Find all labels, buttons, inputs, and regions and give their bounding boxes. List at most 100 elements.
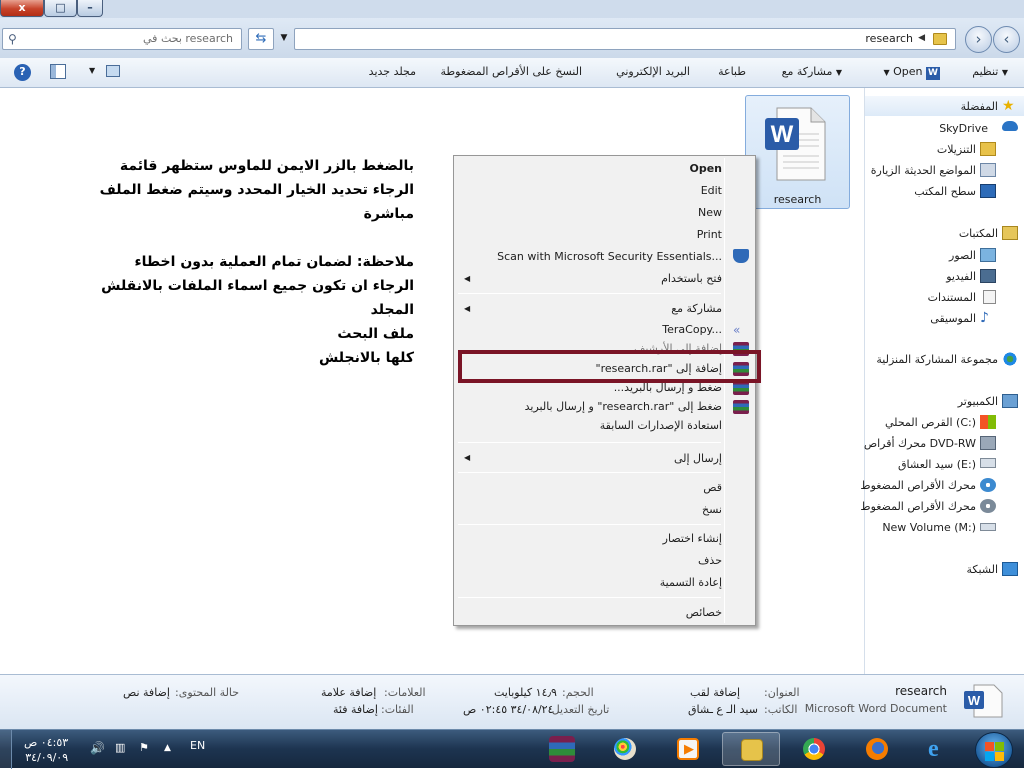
email-button[interactable]: البريد الإلكتروني [616, 65, 690, 78]
details-filename: research [895, 684, 947, 698]
language-indicator[interactable]: EN [190, 739, 205, 752]
action-center-flag-icon[interactable]: ⚑ [139, 741, 149, 754]
address-bar[interactable]: research ◀ [294, 28, 956, 50]
nav-local-disk[interactable]: القرص المحلي (C:) [885, 416, 976, 429]
network-icon [1002, 562, 1018, 576]
instruction-text: بالضغط بالزر الايمن للماوس ستظهر قائمة ا… [99, 158, 414, 366]
nav-cd-drive-1[interactable]: محرك الأقراص المضغوط [860, 479, 976, 492]
menu-item-scan[interactable]: Scan with Microsoft Security Essentials.… [497, 250, 722, 263]
help-icon[interactable]: ? [14, 64, 31, 81]
nav-new-volume[interactable]: New Volume (M:) [882, 521, 976, 534]
nav-downloads[interactable]: التنزيلات [937, 143, 976, 156]
menu-item-compress-rar-email[interactable]: ضغط إلى "research.rar" و إرسال بالبريد [525, 400, 722, 413]
menu-item-properties[interactable]: خصائص [686, 606, 722, 619]
menu-item-cut[interactable]: قص [703, 481, 722, 494]
show-desktop-button[interactable] [0, 730, 12, 769]
menu-item-edit[interactable]: Edit [701, 184, 722, 197]
menu-item-copy[interactable]: نسخ [702, 503, 722, 516]
taskbar-winrar[interactable] [533, 732, 591, 766]
forward-button[interactable]: › [965, 26, 992, 53]
menu-item-new[interactable]: New [698, 206, 722, 219]
menu-separator [458, 472, 721, 473]
menu-item-open[interactable]: Open [689, 162, 722, 175]
clock[interactable]: ٠٤:٥٣ ص ٣٤/٠٩/٠٩ [24, 735, 68, 765]
volume-icon[interactable]: 🔊 [90, 741, 105, 755]
pictures-icon [980, 248, 996, 262]
nav-documents[interactable]: المستندات [928, 291, 976, 304]
taskbar-paint[interactable] [596, 732, 654, 766]
details-author-value[interactable]: سيد الـ ع ـشاق [688, 703, 758, 716]
nav-recent-places[interactable]: المواضع الحديثة الزيارة [871, 164, 976, 177]
nav-videos[interactable]: الفيديو [946, 270, 976, 283]
libraries-icon [1002, 226, 1018, 240]
nav-dvd-rw[interactable]: محرك أقراص DVD-RW [864, 437, 976, 450]
nav-drive-e[interactable]: سيد العشاق (E:) [898, 458, 976, 471]
network-tray-icon[interactable]: ▥ [115, 741, 125, 754]
nav-homegroup[interactable]: مجموعة المشاركة المنزلية [876, 353, 998, 366]
details-title-value[interactable]: إضافة لقب [690, 686, 740, 699]
windows-logo-icon [995, 752, 1004, 761]
windows-drive-icon [980, 415, 996, 429]
details-modified-label: تاريخ التعديل: [548, 703, 610, 716]
internet-explorer-icon: e [928, 736, 939, 762]
taskbar-explorer[interactable] [722, 732, 780, 766]
search-input[interactable]: ⚲ بحث في research [2, 28, 242, 50]
details-content-status-value[interactable]: إضافة نص [123, 686, 170, 699]
file-item[interactable]: W research [745, 95, 850, 209]
nav-network[interactable]: الشبكة [966, 563, 998, 576]
nav-music[interactable]: الموسيقى [930, 312, 976, 325]
taskbar-internet-explorer[interactable]: e [910, 732, 968, 766]
menu-item-print[interactable]: Print [697, 228, 722, 241]
print-button[interactable]: طباعة [718, 65, 746, 78]
nav-skydrive[interactable]: SkyDrive [939, 122, 988, 135]
folder-icon [741, 739, 763, 761]
menu-item-open-with[interactable]: فتح باستخدام [661, 272, 722, 285]
start-button[interactable] [975, 732, 1013, 768]
taskbar-chrome[interactable] [785, 732, 843, 766]
views-dropdown[interactable]: ▼ [89, 66, 95, 75]
close-button[interactable]: x [0, 0, 44, 17]
menu-item-rename[interactable]: إعادة التسمية [660, 576, 722, 589]
menu-item-share-with[interactable]: مشاركة مع [671, 302, 722, 315]
nav-libraries[interactable]: المكتبات [959, 227, 998, 240]
address-path: research [865, 32, 913, 45]
details-tags-label: العلامات: [384, 686, 426, 699]
taskbar-media-player[interactable]: ▶ [659, 732, 717, 766]
minimize-button[interactable]: – [77, 0, 103, 17]
open-button[interactable]: ▼ Open W [883, 65, 940, 80]
back-button[interactable]: ‹ [993, 26, 1020, 53]
new-folder-button[interactable]: مجلد جديد [369, 65, 416, 78]
nav-computer[interactable]: الكمبيوتر [958, 395, 998, 408]
show-hidden-icons-button[interactable]: ▲ [164, 743, 171, 753]
maximize-button[interactable]: □ [44, 0, 77, 17]
menu-item-teracopy[interactable]: TeraCopy... [662, 323, 722, 336]
clock-time: ٠٤:٥٣ ص [24, 736, 69, 749]
taskbar-firefox[interactable] [848, 732, 906, 766]
menu-item-create-shortcut[interactable]: إنشاء اختصار [663, 532, 722, 545]
menu-item-delete[interactable]: حذف [698, 554, 722, 567]
menu-item-restore-versions[interactable]: استعادة الإصدارات السابقة [600, 419, 722, 432]
share-with-button[interactable]: مشاركة مع ▼ [782, 65, 842, 78]
preview-pane-icon[interactable] [50, 64, 66, 79]
star-icon: ★ [1002, 98, 1015, 114]
details-pane: W research Microsoft Word Document العنو… [0, 674, 1024, 729]
details-tags-value[interactable]: إضافة علامة [321, 686, 376, 699]
nav-cd-drive-2[interactable]: محرك الأقراص المضغوط [860, 500, 976, 513]
address-history-dropdown[interactable]: ▼ [275, 28, 293, 50]
nav-favorites[interactable]: المفضلة [961, 100, 998, 113]
menu-separator [458, 442, 721, 443]
windows-logo-icon [985, 742, 994, 751]
submenu-arrow-icon: ◀ [464, 274, 471, 283]
menu-item-send-to[interactable]: إرسال إلى [674, 452, 722, 465]
chevron-left-icon[interactable]: ◀ [918, 33, 925, 43]
organize-button[interactable]: تنظيم ▼ [972, 65, 1008, 78]
details-categories-value[interactable]: إضافة فئة [333, 703, 378, 716]
nav-desktop[interactable]: سطح المكتب [914, 185, 976, 198]
details-modified-value: ٣٤/٠٨/٢٤ ٠٢:٤٥ ص [463, 703, 554, 716]
burn-button[interactable]: النسخ على الأقراص المضغوطة [441, 65, 582, 78]
refresh-button[interactable]: ⇆ [248, 28, 274, 50]
view-icon[interactable] [106, 65, 120, 77]
nav-pictures[interactable]: الصور [949, 249, 976, 262]
downloads-icon [980, 142, 996, 156]
highlight-box [458, 350, 761, 383]
